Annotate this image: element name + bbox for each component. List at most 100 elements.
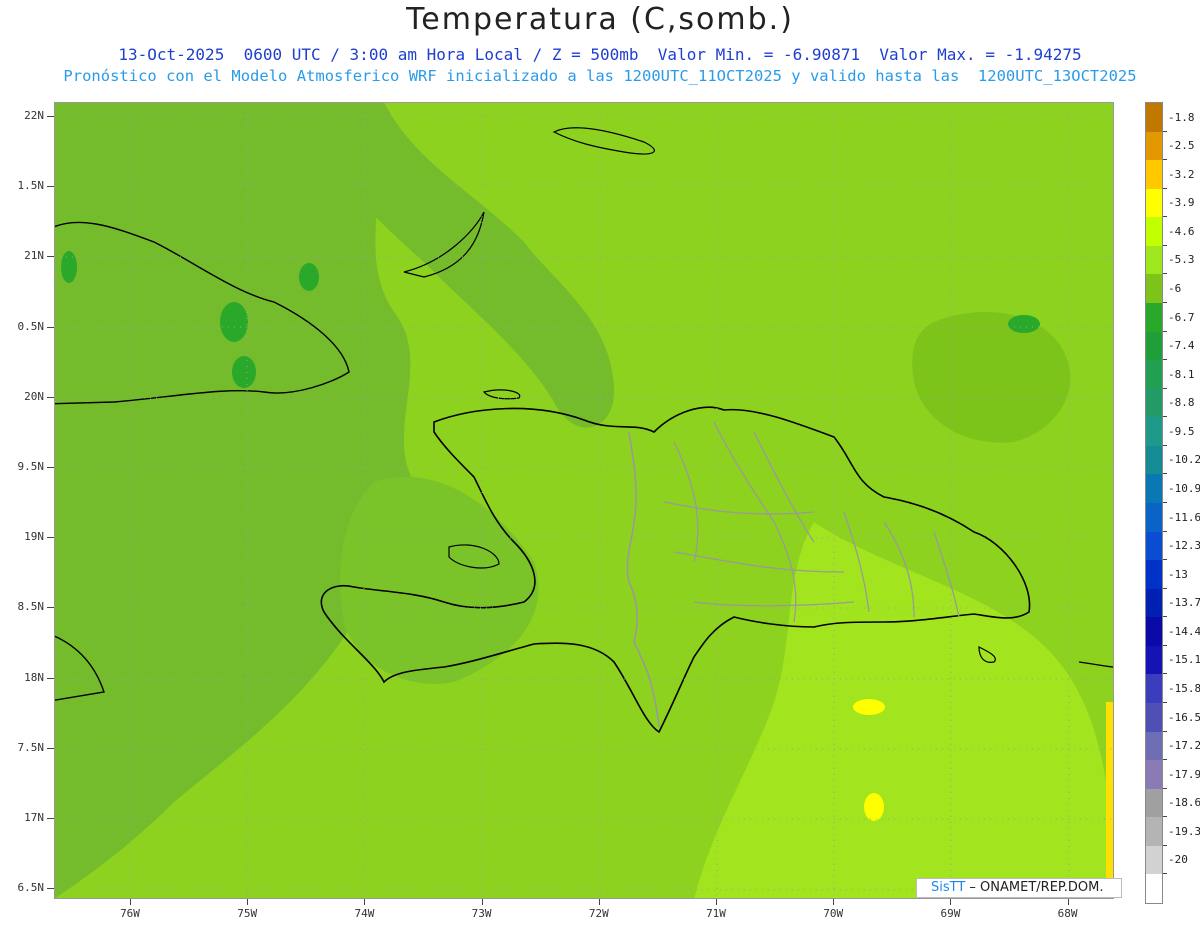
colorbar-cell [1146, 188, 1162, 218]
colorbar-label: -7.4 [1168, 339, 1195, 353]
lon-tick [130, 899, 131, 905]
colorbar-tick [1163, 702, 1167, 703]
map-subtitle-model: Pronóstico con el Modelo Atmosferico WRF… [63, 67, 1137, 85]
lat-tick [47, 467, 54, 468]
colorbar-tick [1163, 816, 1167, 818]
colorbar-tick [1163, 587, 1167, 589]
lon-tick [598, 899, 600, 905]
colorbar-label: -6 [1168, 282, 1182, 295]
lon-label: 68W [1057, 907, 1078, 920]
colorbar-label: -3.2 [1168, 167, 1195, 181]
cold-cell-5 [1008, 315, 1040, 333]
colorbar-cell [1146, 731, 1162, 761]
colorbar-tick [1163, 616, 1167, 618]
colorbar-label: -16.5 [1168, 710, 1200, 724]
colorbar-label: -3.9 [1168, 196, 1195, 210]
lat-tick [47, 116, 54, 117]
colorbar-tick [1163, 216, 1167, 218]
lat-label: 17N [24, 811, 44, 824]
colorbar-label: -4.6 [1168, 224, 1195, 238]
colorbar-cell [1146, 845, 1162, 875]
colorbar-label: -14.4 [1168, 624, 1200, 638]
colorbar-cell [1146, 303, 1162, 333]
colorbar-cell [1146, 360, 1162, 390]
colorbar-label: -18.6 [1168, 796, 1200, 810]
colorbar-cell [1146, 531, 1162, 561]
lon-tick [247, 899, 249, 905]
colorbar-label: -9.5 [1168, 424, 1195, 438]
colorbar-cell [1146, 445, 1162, 475]
colorbar-tick [1163, 644, 1167, 646]
lat-label: 7.5N [17, 740, 45, 754]
colorbar-cell [1146, 617, 1162, 647]
lat-label: 6.5N [17, 881, 45, 895]
colorbar-tick [1163, 730, 1167, 732]
colorbar-label: -20 [1168, 853, 1188, 867]
colorbar-cell [1146, 817, 1162, 847]
colorbar-label: -19.3 [1168, 824, 1200, 838]
colorbar-cell [1146, 103, 1162, 133]
credit-box: SisTT – ONAMET/REP.DOM. [916, 878, 1122, 898]
sistt-logo: SisTT [931, 880, 966, 895]
lon-tick [833, 899, 835, 905]
colorbar-tick [1163, 302, 1167, 303]
lat-label: 18N [24, 670, 44, 684]
colorbar-cell [1146, 474, 1162, 504]
lon-tick [1067, 899, 1069, 905]
lon-tick [481, 899, 483, 905]
colorbar-cell [1146, 274, 1162, 304]
lat-label: 8.5N [17, 600, 45, 614]
cold-cell-2 [232, 356, 256, 388]
colorbar-cell [1146, 674, 1162, 704]
lon-label: 72W [588, 907, 609, 920]
lon-label: 70W [823, 907, 844, 920]
lat-tick [47, 186, 54, 188]
colorbar-cell [1146, 588, 1162, 618]
colorbar-label: -13 [1168, 567, 1188, 581]
colorbar [1145, 102, 1163, 904]
colorbar-tick [1163, 244, 1167, 246]
colorbar-cell [1146, 788, 1162, 818]
lon-tick [716, 899, 717, 905]
colorbar-label: -6.7 [1168, 310, 1195, 324]
lon-tick [364, 899, 366, 905]
colorbar-cell [1146, 703, 1162, 733]
colorbar-cell [1146, 331, 1162, 361]
temperature-map [54, 102, 1114, 899]
lon-label: 76W [120, 907, 140, 920]
colorbar-tick [1163, 473, 1167, 475]
map-title: Temperatura (C,somb.) [406, 2, 794, 37]
lat-label: 22N [24, 109, 44, 122]
colorbar-cell [1146, 245, 1162, 275]
colorbar-tick [1163, 559, 1167, 561]
colorbar-tick [1163, 187, 1167, 189]
colorbar-label: -5.3 [1168, 253, 1195, 267]
colorbar-tick [1163, 416, 1167, 418]
lat-tick [47, 677, 54, 679]
lon-label: 75W [237, 907, 258, 920]
colorbar-tick [1163, 530, 1167, 532]
colorbar-tick [1163, 330, 1167, 332]
cold-cell-4 [61, 251, 77, 283]
colorbar-label: -8.8 [1168, 396, 1195, 410]
warm-cell-2 [864, 793, 884, 821]
colorbar-cell [1146, 874, 1162, 904]
colorbar-tick [1163, 873, 1167, 875]
colorbar-cell [1146, 160, 1162, 190]
lat-tick [47, 537, 54, 539]
lat-tick [47, 888, 54, 890]
colorbar-tick [1163, 444, 1167, 446]
colorbar-label: -17.2 [1168, 739, 1200, 753]
colorbar-tick [1163, 502, 1167, 503]
lon-label: 69W [940, 907, 961, 920]
colorbar-label: -13.7 [1168, 596, 1200, 610]
lat-tick [47, 818, 54, 819]
lat-label: 0.5N [17, 319, 45, 333]
colorbar-cell [1146, 217, 1162, 247]
colorbar-cell [1146, 388, 1162, 418]
colorbar-tick [1163, 844, 1167, 846]
lat-tick [47, 256, 54, 258]
lat-tick [47, 396, 54, 398]
credit-text: – ONAMET/REP.DOM. [965, 880, 1104, 895]
colorbar-cell [1146, 560, 1162, 590]
